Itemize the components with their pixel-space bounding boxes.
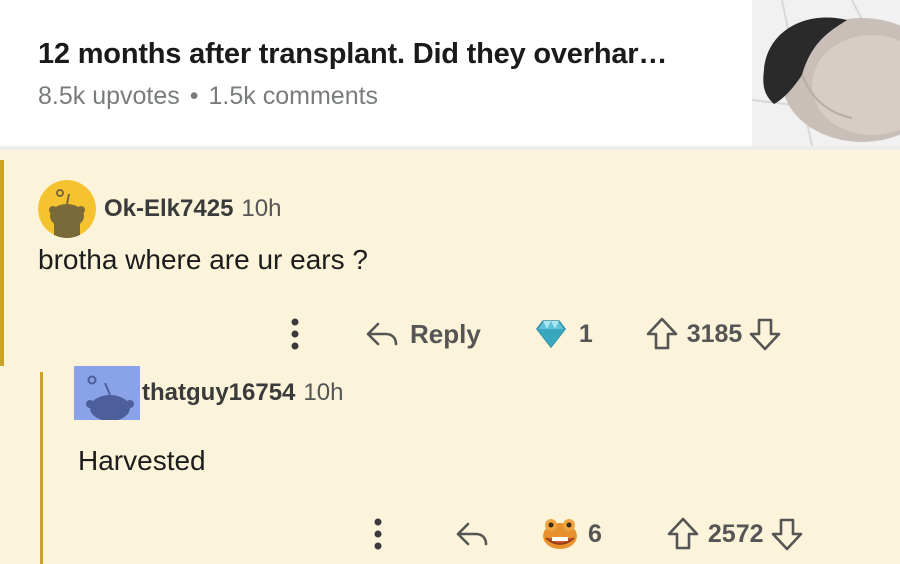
downvote-arrow-icon[interactable] <box>748 316 782 352</box>
avatar[interactable] <box>74 366 140 421</box>
upvote-arrow-icon[interactable] <box>645 316 679 352</box>
upvote-arrow-icon[interactable] <box>666 516 700 552</box>
comment-actions: Reply 1 3185 <box>278 316 782 352</box>
award-button[interactable]: 6 <box>540 516 602 552</box>
diamond-award-icon <box>535 320 566 349</box>
downvote-arrow-icon[interactable] <box>770 516 804 552</box>
award-count: 1 <box>578 319 593 348</box>
vote-group: 2572 <box>666 516 804 552</box>
comment-age: 10h <box>241 195 282 222</box>
reply-arrow-icon <box>456 522 488 546</box>
thread-line[interactable] <box>40 372 43 564</box>
more-options-button[interactable] <box>278 317 312 351</box>
post-meta: 8.5k upvotes • 1.5k comments <box>38 82 378 111</box>
avatar[interactable] <box>38 180 96 238</box>
comment-age: 10h <box>303 379 344 406</box>
comment-actions: 6 2572 <box>366 516 804 552</box>
more-vertical-icon <box>374 518 382 550</box>
meta-separator: • <box>189 82 199 110</box>
comment-text: Harvested <box>78 445 206 476</box>
reply-button[interactable]: Reply <box>364 318 481 350</box>
comment-header: Ok-Elk7425 10h <box>38 180 281 238</box>
post-header[interactable]: 12 months after transplant. Did they ove… <box>0 0 900 148</box>
vote-score: 3185 <box>686 319 743 348</box>
more-vertical-icon <box>291 318 299 350</box>
upvote-count: 8.5k upvotes <box>38 82 180 110</box>
comment-header: thatguy16754 10h <box>74 366 344 421</box>
post-title[interactable]: 12 months after transplant. Did they ove… <box>38 38 667 71</box>
username[interactable]: Ok-Elk7425 <box>104 195 233 223</box>
highlight-bar <box>0 160 4 366</box>
reply-label: Reply <box>410 318 481 349</box>
frog-award-icon <box>543 519 577 549</box>
post-thumbnail[interactable] <box>752 0 900 146</box>
reply-button[interactable] <box>454 518 490 550</box>
reply-arrow-icon <box>366 322 398 346</box>
comment-count: 1.5k comments <box>208 82 379 110</box>
award-count: 6 <box>588 519 602 548</box>
vote-group: 3185 <box>645 316 783 352</box>
vote-score: 2572 <box>707 519 764 548</box>
username[interactable]: thatguy16754 <box>142 379 295 407</box>
award-button[interactable]: 1 <box>531 317 593 351</box>
comment-text: brotha where are ur ears ? <box>38 244 368 275</box>
more-options-button[interactable] <box>366 517 390 551</box>
header-divider <box>0 146 900 150</box>
